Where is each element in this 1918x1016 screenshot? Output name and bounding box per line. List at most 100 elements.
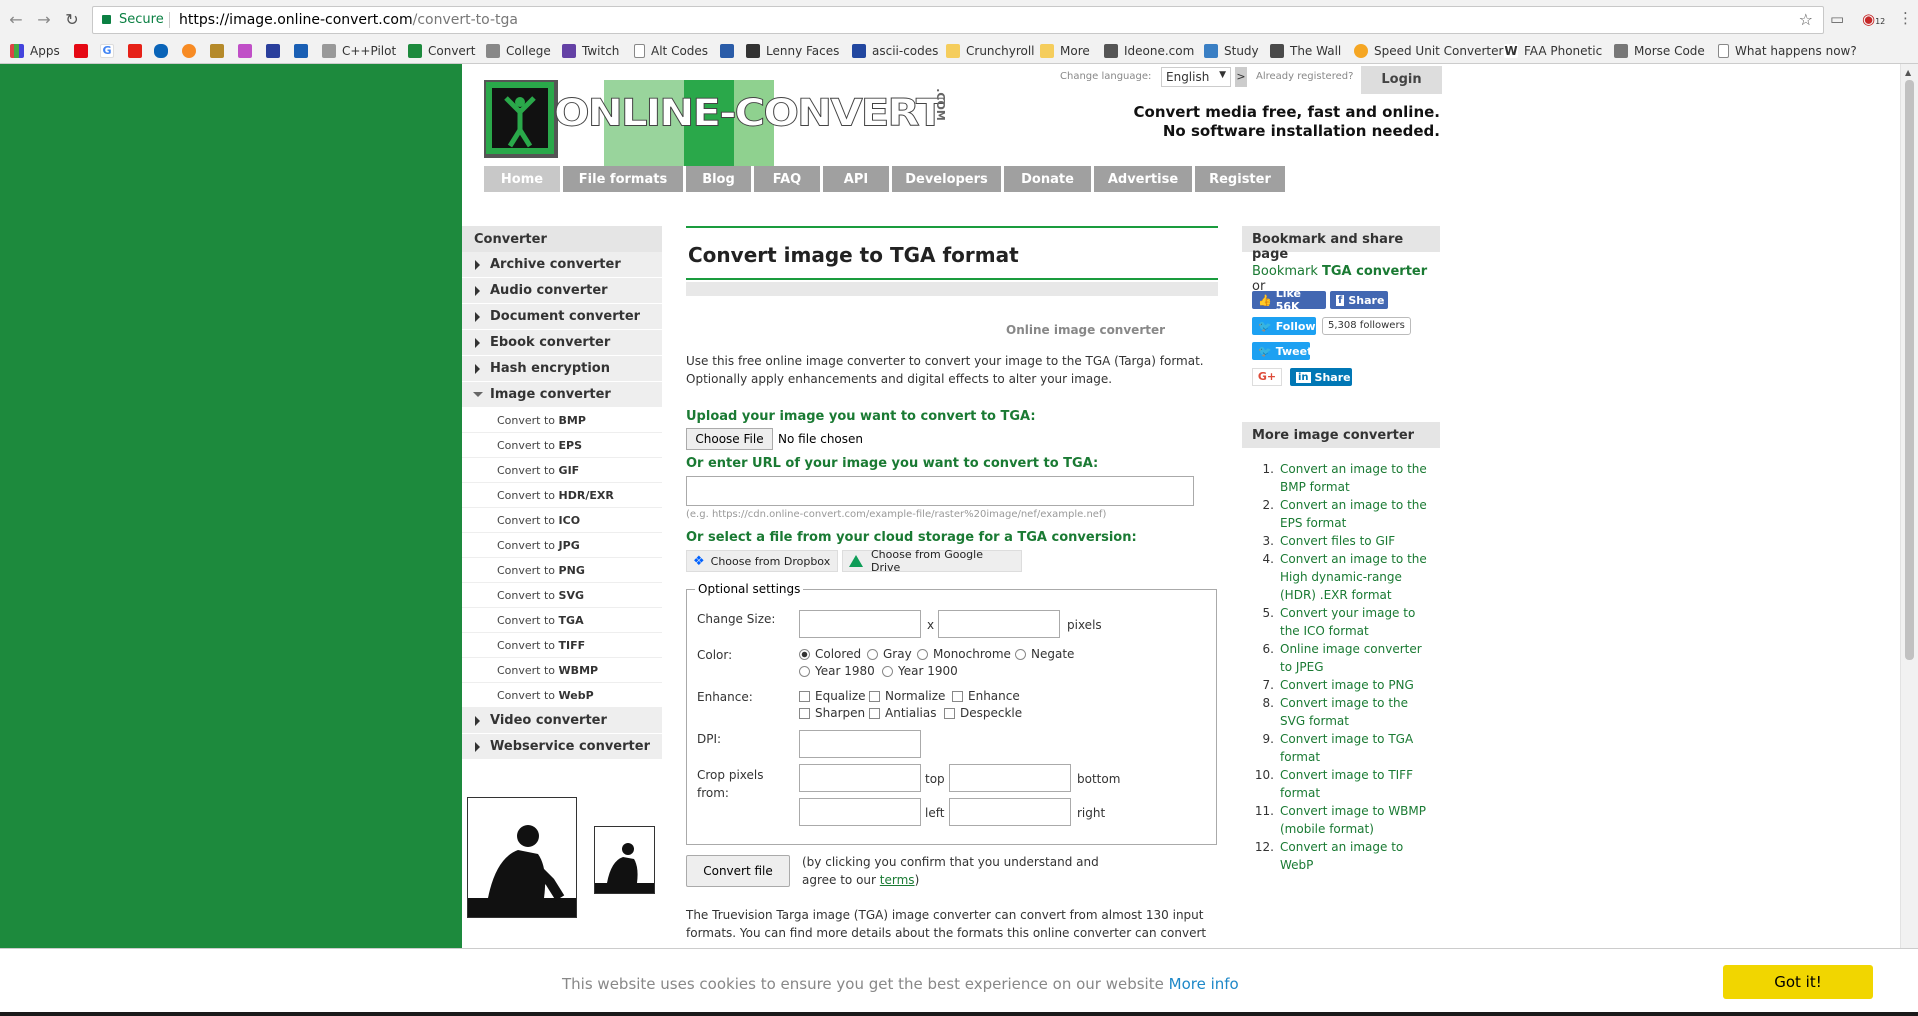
more-item[interactable]: 7. Convert image to PNG <box>1254 676 1436 694</box>
sidebar-item-document[interactable]: Document converter <box>462 304 662 330</box>
checkbox-equalize[interactable]: Equalize <box>799 689 866 703</box>
sidebar-sub-webp[interactable]: Convert to WebP <box>462 683 662 708</box>
checkbox-antialias[interactable]: Antialias <box>869 706 936 720</box>
bookmark-study[interactable]: Study <box>1204 40 1259 62</box>
more-item[interactable]: 9. Convert image to TGA format <box>1254 730 1436 766</box>
sidebar-item-webservice[interactable]: Webservice converter <box>462 734 662 760</box>
more-item[interactable]: 11. Convert image to WBMP (mobile format) <box>1254 802 1436 838</box>
checkbox-enhance[interactable]: Enhance <box>952 689 1020 703</box>
crop-top-input[interactable] <box>799 764 921 792</box>
more-item[interactable]: 4. Convert an image to the High dynamic-r… <box>1254 550 1436 604</box>
shield-bookmark-icon[interactable] <box>210 40 230 62</box>
checkbox-despeckle[interactable]: Despeckle <box>944 706 1022 720</box>
menu-icon[interactable]: ⋮ <box>1898 9 1913 27</box>
forward-icon[interactable]: → <box>34 10 54 30</box>
netflix-icon[interactable] <box>74 40 94 62</box>
bookmark-altcodes[interactable]: Alt Codes <box>634 40 708 62</box>
bookmark-whathappens[interactable]: What happens now? <box>1718 40 1857 62</box>
crunchy-icon[interactable] <box>182 40 202 62</box>
sidebar-item-image[interactable]: Image converter <box>462 382 662 408</box>
width-input[interactable] <box>799 610 921 638</box>
sidebar-sub-ico[interactable]: Convert to ICO <box>462 508 662 533</box>
sidebar-item-hash[interactable]: Hash encryption <box>462 356 662 382</box>
bookmark-morse[interactable]: Morse Code <box>1614 40 1705 62</box>
nav-blog[interactable]: Blog <box>686 166 751 192</box>
more-item[interactable]: 5. Convert your image to the ICO format <box>1254 604 1436 640</box>
onedrive-icon[interactable] <box>154 40 174 62</box>
sidebar-sub-wbmp[interactable]: Convert to WBMP <box>462 658 662 683</box>
tga-converter-link[interactable]: TGA converter <box>1322 264 1427 279</box>
url-text[interactable]: https://image.online-convert.com/convert… <box>179 12 518 28</box>
radio-colored[interactable]: Colored <box>799 647 861 661</box>
bookmark-ascii[interactable]: ascii-codes <box>852 40 938 62</box>
address-bar[interactable]: Secure https://image.online-convert.com/… <box>92 6 1824 34</box>
sidebar-item-audio[interactable]: Audio converter <box>462 278 662 304</box>
url-input[interactable] <box>686 476 1194 506</box>
nav-file-formats[interactable]: File formats <box>563 166 683 192</box>
cookie-more-info-link[interactable]: More info <box>1169 975 1239 993</box>
checkbox-sharpen[interactable]: Sharpen <box>799 706 865 720</box>
nav-faq[interactable]: FAQ <box>754 166 820 192</box>
sidebar-item-video[interactable]: Video converter <box>462 708 662 734</box>
bookmark-apps[interactable]: Apps <box>10 40 60 62</box>
purple-bookmark-icon[interactable] <box>238 40 258 62</box>
language-select[interactable]: English ▼ <box>1161 67 1231 87</box>
bookmark-ideone[interactable]: Ideone.com <box>1104 40 1194 62</box>
t-bookmark-icon[interactable] <box>266 40 286 62</box>
radio-year-1980[interactable]: Year 1980 <box>799 664 875 678</box>
cookie-accept-button[interactable]: Got it! <box>1723 965 1873 999</box>
vs-bookmark-icon[interactable] <box>720 40 740 62</box>
scrollbar[interactable]: ▲ <box>1900 64 1918 1016</box>
checkbox-normalize[interactable]: Normalize <box>869 689 945 703</box>
nav-developers[interactable]: Developers <box>892 166 1001 192</box>
more-item[interactable]: 8. Convert image to the SVG format <box>1254 694 1436 730</box>
blue-bookmark-icon[interactable] <box>294 40 314 62</box>
nav-api[interactable]: API <box>823 166 889 192</box>
more-item[interactable]: 1. Convert an image to the BMP format <box>1254 460 1436 496</box>
bookmark-convert[interactable]: Convert <box>408 40 475 62</box>
login-button[interactable]: Login <box>1361 66 1442 94</box>
bookmark-faa[interactable]: W FAA Phonetic <box>1504 40 1602 62</box>
google-plus-button[interactable]: G+ <box>1252 368 1282 386</box>
nav-register[interactable]: Register <box>1195 166 1285 192</box>
google-icon[interactable]: G <box>100 40 120 62</box>
sidebar-sub-tga[interactable]: Convert to TGA <box>462 608 662 633</box>
dpi-input[interactable] <box>799 730 921 758</box>
dropbox-button[interactable]: ❖ Choose from Dropbox <box>686 550 838 572</box>
radio-monochrome[interactable]: Monochrome <box>917 647 1011 661</box>
language-submit-button[interactable]: > <box>1235 67 1247 87</box>
sidebar-sub-bmp[interactable]: Convert to BMP <box>462 408 662 433</box>
convert-file-button[interactable]: Convert file <box>686 855 790 887</box>
sidebar-sub-png[interactable]: Convert to PNG <box>462 558 662 583</box>
sidebar-sub-hdr[interactable]: Convert to HDR/EXR <box>462 483 662 508</box>
bookmark-cpppilot[interactable]: C++Pilot <box>322 40 396 62</box>
more-item[interactable]: 6. Online image converter to JPEG <box>1254 640 1436 676</box>
sidebar-sub-jpg[interactable]: Convert to JPG <box>462 533 662 558</box>
bookmark-lennyfaces[interactable]: Lenny Faces <box>746 40 839 62</box>
back-icon[interactable]: ← <box>6 10 26 30</box>
nav-advertise[interactable]: Advertise <box>1094 166 1192 192</box>
bookmark-crunchyroll[interactable]: Crunchyroll <box>946 40 1035 62</box>
facebook-share-button[interactable]: f Share <box>1330 291 1388 309</box>
bookmark-more[interactable]: More <box>1040 40 1090 62</box>
bookmark-star-icon[interactable]: ☆ <box>1799 10 1813 29</box>
bookmark-speedunit[interactable]: Speed Unit Converter <box>1354 40 1503 62</box>
sidebar-sub-eps[interactable]: Convert to EPS <box>462 433 662 458</box>
crop-left-input[interactable] <box>799 798 921 826</box>
terms-link[interactable]: terms <box>880 873 915 887</box>
sidebar-sub-gif[interactable]: Convert to GIF <box>462 458 662 483</box>
twitter-follow-button[interactable]: 🐦 Follow <box>1252 317 1316 335</box>
nav-donate[interactable]: Donate <box>1004 166 1091 192</box>
facebook-like-button[interactable]: 👍 Like 56K <box>1252 287 1326 313</box>
youtube-icon[interactable] <box>128 40 148 62</box>
sidebar-item-ebook[interactable]: Ebook converter <box>462 330 662 356</box>
crop-right-input[interactable] <box>949 798 1071 826</box>
scrollbar-thumb[interactable] <box>1905 80 1914 660</box>
radio-negate[interactable]: Negate <box>1015 647 1074 661</box>
extension-icon[interactable]: ◉12 <box>1862 10 1885 28</box>
google-drive-button[interactable]: Choose from Google Drive <box>842 548 1022 574</box>
radio-gray[interactable]: Gray <box>867 647 912 661</box>
more-item[interactable]: 10. Convert image to TIFF format <box>1254 766 1436 802</box>
nav-home[interactable]: Home <box>484 166 560 192</box>
cast-icon[interactable]: ▭ <box>1830 10 1844 28</box>
